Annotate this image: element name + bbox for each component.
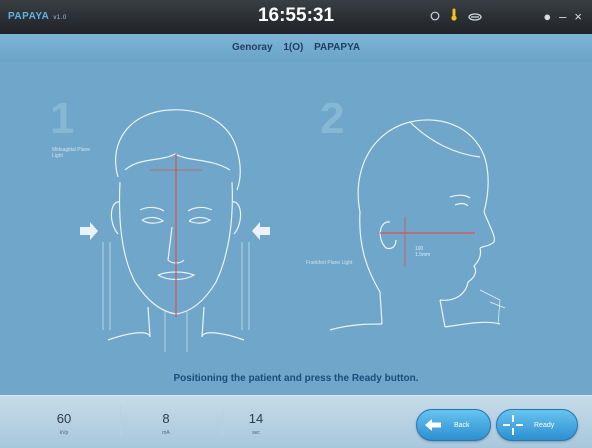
arrow-left-icon [252,222,270,240]
clock: 16:55:31 [257,5,335,26]
step-1-label: Midsagittal Plane Light [52,147,91,159]
ready-label: Ready [534,421,555,429]
kvp-value: 60 [56,411,72,426]
status-icons [430,8,482,26]
profile-face-illustration [329,119,506,331]
bottom-toolbar: 60 kVp 8 mA 14 sec Back Ready [0,395,592,448]
company-name: Genoray [231,42,273,53]
link-icon [468,8,482,26]
model-name: 1(O) [283,42,304,53]
arrow-left-icon [422,414,444,436]
sec-param[interactable]: 14 sec [236,410,276,436]
ma-unit: mA [162,430,170,436]
minimize-button[interactable]: – [559,9,566,24]
step-number-1: 1 [50,94,75,143]
positioning-illustration: 100 1.5mm [80,109,506,352]
step-2-label: Frankfort Plane Light [306,260,353,266]
ma-param[interactable]: 8 mA [146,410,186,436]
kvp-param[interactable]: 60 kVp [44,410,84,436]
divider [222,406,223,436]
thermometer-icon [450,8,458,26]
svg-text:1.5mm: 1.5mm [415,252,430,258]
positioning-guide: 100 1.5mm 1 2 Midsagittal Plane Light Fr… [0,62,592,395]
divider [120,406,121,436]
target-icon [430,8,440,26]
sec-value: 14 [248,411,264,426]
ready-button[interactable]: Ready [496,409,578,441]
product-name: PAPAPYA [314,42,361,53]
ma-value: 8 [162,411,170,426]
back-label: Back [454,421,470,429]
instruction-text: Positioning the patient and press the Re… [173,373,419,384]
arrow-right-icon [80,222,98,240]
kvp-unit: kVp [59,430,69,436]
sec-unit: sec [252,430,260,436]
title-bar: PAPAYA v1.0 16:55:31 ● – × [0,0,592,34]
window-controls: ● – × [543,9,582,24]
close-button[interactable]: × [574,9,582,24]
step-number-2: 2 [320,94,345,143]
settings-button[interactable]: ● [543,9,551,24]
back-button[interactable]: Back [416,409,491,441]
device-header: Genoray 1(O) PAPAPYA [0,34,592,63]
crosshair-icon [502,414,524,436]
